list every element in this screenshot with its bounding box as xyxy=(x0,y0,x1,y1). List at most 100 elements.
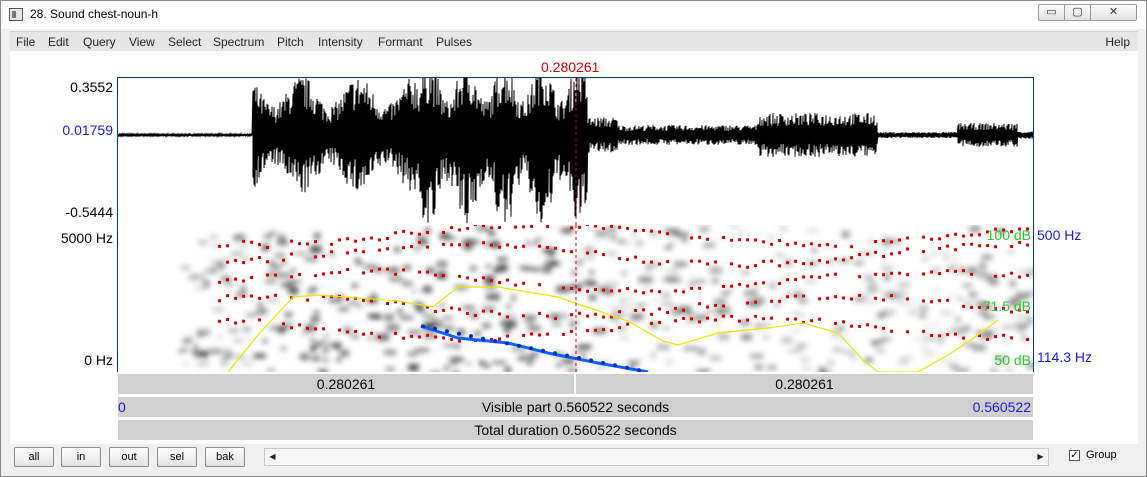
maximize-button[interactable]: ▢ xyxy=(1064,4,1091,21)
spectrogram-cell xyxy=(366,337,375,340)
spectrogram-cell xyxy=(1027,320,1033,324)
spectrogram-cell xyxy=(627,359,641,363)
zoom-all-button[interactable]: all xyxy=(14,447,54,467)
spectrogram-pane[interactable] xyxy=(117,225,1034,372)
formant-point xyxy=(922,329,925,333)
menu-formant[interactable]: Formant xyxy=(378,35,423,49)
spectrogram-cell xyxy=(903,311,911,316)
formant-point xyxy=(226,244,229,248)
formant-point xyxy=(770,259,773,263)
spectrogram-cell xyxy=(1019,328,1024,334)
spectrogram-cell xyxy=(290,268,296,274)
formant-point xyxy=(506,243,509,247)
formant-point xyxy=(714,318,717,322)
spectrogram-cell xyxy=(542,266,552,273)
spectrogram-cell xyxy=(301,332,306,335)
formant-point xyxy=(834,295,837,299)
menu-help[interactable]: Help xyxy=(1105,35,1130,49)
spectrogram-cell xyxy=(698,351,705,356)
formant-point xyxy=(858,324,861,328)
spectrogram-cell xyxy=(729,225,739,228)
formant-point xyxy=(650,312,653,316)
sound-editor-window: 28. Sound chest-noun-h ▭ ▢ ✕ File Edit Q… xyxy=(0,0,1147,477)
waveform-max-label: 0.3552 xyxy=(70,79,113,95)
menu-query[interactable]: Query xyxy=(83,35,116,49)
formant-point xyxy=(234,321,237,325)
spectrogram-cell xyxy=(796,342,807,348)
formant-point xyxy=(962,336,965,340)
zoom-out-label: out xyxy=(121,451,137,463)
zoom-back-button[interactable]: bak xyxy=(205,447,245,467)
spectrogram-cell xyxy=(1004,339,1009,344)
close-button[interactable]: ✕ xyxy=(1090,4,1137,21)
spectrogram-cell xyxy=(528,325,541,332)
formant-point xyxy=(618,326,621,330)
spectrogram-cell xyxy=(635,241,643,246)
formant-point xyxy=(746,318,749,322)
formant-point xyxy=(546,332,549,336)
formant-point xyxy=(570,226,573,230)
spectrogram-cell xyxy=(663,326,669,330)
spectrogram-cell xyxy=(940,250,953,253)
pitch-top-label: 500 Hz xyxy=(1037,227,1082,243)
formant-point xyxy=(626,322,629,326)
spectrogram-cell xyxy=(209,234,218,240)
horizontal-scrollbar[interactable]: ◀ ▶ xyxy=(264,448,1049,466)
menu-intensity[interactable]: Intensity xyxy=(318,35,363,49)
formant-point xyxy=(506,278,509,282)
formant-point xyxy=(250,294,253,298)
spectrogram-cell xyxy=(981,255,993,260)
spectrogram-cell xyxy=(955,317,961,322)
menu-select[interactable]: Select xyxy=(168,35,201,49)
menu-pitch[interactable]: Pitch xyxy=(277,35,304,49)
spectrogram-cell xyxy=(217,263,226,270)
formant-point xyxy=(522,244,525,248)
spectrogram-cell xyxy=(661,278,666,281)
formant-point xyxy=(458,274,461,278)
formant-point xyxy=(522,314,525,318)
formant-point xyxy=(314,240,317,244)
check-icon: ✓ xyxy=(1070,450,1079,461)
menu-pulses[interactable]: Pulses xyxy=(436,35,472,49)
group-checkbox[interactable]: ✓ xyxy=(1069,450,1080,461)
spectrogram-cell xyxy=(754,364,763,370)
minimize-button[interactable]: ▭ xyxy=(1038,4,1065,21)
formant-point xyxy=(786,295,789,299)
formant-point xyxy=(794,259,797,263)
spectrogram-cell xyxy=(267,369,275,372)
formant-point xyxy=(706,316,709,320)
formant-point xyxy=(778,264,781,268)
formant-point xyxy=(554,317,557,321)
menu-view[interactable]: View xyxy=(129,35,155,49)
spectrogram-cell xyxy=(576,259,583,265)
waveform-pane[interactable] xyxy=(117,77,1034,226)
time-bar-left-segment[interactable]: 0.280261 xyxy=(117,373,575,395)
scroll-left-icon[interactable]: ◀ xyxy=(265,449,280,465)
formant-point xyxy=(874,240,877,243)
spectrogram-cell xyxy=(446,236,457,240)
menu-edit[interactable]: Edit xyxy=(48,35,69,49)
menu-file[interactable]: File xyxy=(16,35,35,49)
formant-point xyxy=(994,335,997,339)
zoom-in-button[interactable]: in xyxy=(61,447,101,467)
menu-spectrum[interactable]: Spectrum xyxy=(213,35,264,49)
scroll-right-icon[interactable]: ▶ xyxy=(1033,449,1048,465)
spectrogram-cell xyxy=(744,290,757,297)
spectrogram-cell xyxy=(650,352,656,359)
formant-point xyxy=(834,322,837,325)
formant-point xyxy=(474,278,477,282)
spectrogram-cell xyxy=(439,303,445,308)
spectrogram-cell xyxy=(818,367,827,372)
zoom-out-button[interactable]: out xyxy=(109,447,149,467)
formant-point xyxy=(698,259,701,263)
zoom-selection-button[interactable]: sel xyxy=(157,447,197,467)
formant-point xyxy=(346,237,349,241)
formant-point xyxy=(642,308,645,312)
time-bar-visible-part[interactable]: Visible part 0.560522 seconds xyxy=(117,396,1034,418)
formant-point xyxy=(618,310,621,314)
formant-point xyxy=(354,248,357,252)
formant-point xyxy=(946,244,949,248)
time-bar-total-duration[interactable]: Total duration 0.560522 seconds xyxy=(117,419,1034,441)
time-bar-right-segment[interactable]: 0.280261 xyxy=(575,373,1034,395)
formant-point xyxy=(594,225,597,228)
